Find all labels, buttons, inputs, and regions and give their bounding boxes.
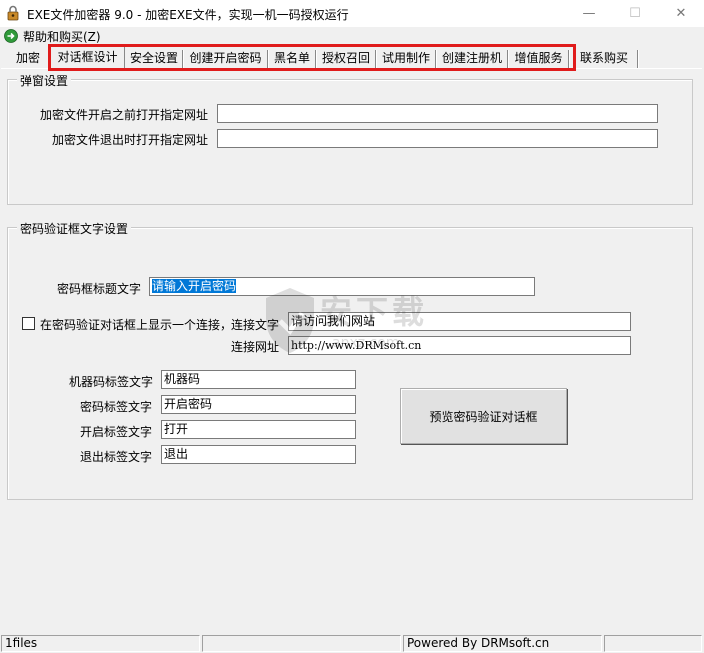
exit-url-label: 加密文件退出时打开指定网址 (52, 133, 209, 147)
tab-contact-buy[interactable]: 联系购买 (571, 48, 637, 69)
tab-separator (637, 50, 639, 68)
preview-dialog-button[interactable]: 预览密码验证对话框 (400, 388, 567, 444)
show-link-checkbox[interactable] (22, 317, 35, 330)
open-label-label: 开启标签文字 (80, 425, 153, 439)
link-url-label: 连接网址 (231, 340, 280, 354)
password-text-title: 密码验证框文字设置 (17, 220, 132, 237)
open-label-input[interactable]: 打开 (161, 420, 356, 439)
green-arrow-icon (4, 29, 18, 43)
dialog-title-value: 请输入开启密码 (152, 279, 237, 293)
status-files: 1files (1, 635, 200, 652)
exit-url-input[interactable] (217, 129, 658, 148)
show-link-label: 在密码验证对话框上显示一个连接， (40, 318, 233, 332)
link-text-input[interactable]: 请访问我们网站 (288, 312, 631, 331)
menu-bar: 帮助和购买(Z) (0, 27, 704, 45)
dialog-title-label: 密码框标题文字 (57, 282, 142, 296)
machine-code-label: 机器码标签文字 (69, 375, 154, 389)
password-label-input[interactable]: 开启密码 (161, 395, 356, 414)
open-url-label: 加密文件开启之前打开指定网址 (40, 108, 209, 122)
link-text-label: 连接文字 (231, 318, 280, 332)
exit-label-label: 退出标签文字 (80, 450, 153, 464)
minimize-button[interactable]: — (566, 0, 612, 27)
app-logo-icon (7, 5, 19, 21)
tabs-highlight-frame (48, 44, 576, 71)
status-bar: 1files Powered By DRMsoft.cn (0, 634, 704, 653)
title-bar: EXE文件加密器 9.0 - 加密EXE文件，实现一机一码授权运行 — ☐ ✕ (0, 0, 704, 27)
dialog-title-input[interactable]: 请输入开启密码 (149, 277, 535, 296)
maximize-button[interactable]: ☐ (612, 0, 658, 27)
exit-label-input[interactable]: 退出 (161, 445, 356, 464)
password-label-label: 密码标签文字 (80, 400, 153, 414)
window-title: EXE文件加密器 9.0 - 加密EXE文件，实现一机一码授权运行 (27, 8, 349, 22)
status-end (604, 635, 702, 652)
status-powered-by: Powered By DRMsoft.cn (403, 635, 602, 652)
popup-settings-title: 弹窗设置 (17, 72, 72, 89)
menu-help-buy[interactable]: 帮助和购买(Z) (23, 28, 101, 45)
link-url-input[interactable]: http://www.DRMsoft.cn (288, 336, 631, 355)
open-url-input[interactable] (217, 104, 658, 123)
status-middle (202, 635, 401, 652)
close-button[interactable]: ✕ (658, 0, 704, 27)
tab-encrypt[interactable]: 加密 (8, 48, 48, 69)
machine-code-input[interactable]: 机器码 (161, 370, 356, 389)
